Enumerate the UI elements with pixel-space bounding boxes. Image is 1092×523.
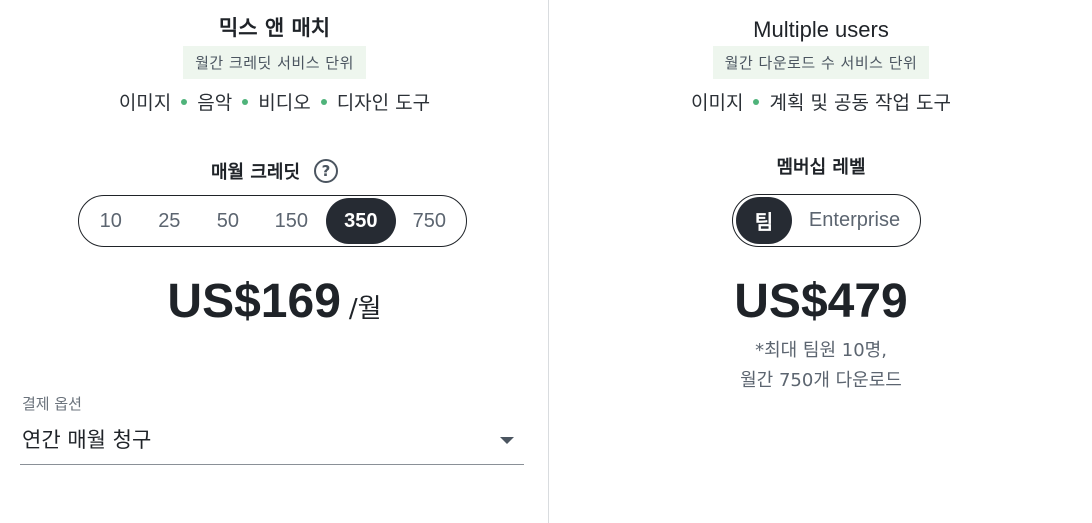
membership-toggle: 팀 Enterprise [732,194,921,247]
price-period: /월 [348,294,382,324]
billing-option-select[interactable]: 연간 매월 청구 [20,418,524,465]
price-amount: US$169 [167,275,341,328]
billing-option-value: 연간 매월 청구 [22,428,152,452]
plan-badge: 월간 크레딧 서비스 단위 [183,46,366,79]
bullet-dot-icon [181,98,188,105]
help-icon[interactable]: ? [314,159,339,183]
feature-item: 계획 및 공동 작업 도구 [769,92,951,114]
membership-level-label: 멤버십 레벨 [776,157,866,178]
plan-title: Multiple users [753,17,889,42]
plan-note-line1: *최대 팀원 10명, [755,340,887,361]
plan-note-line2: 월간 750개 다운로드 [740,370,902,391]
price-display: US$169/월 [0,274,549,329]
credit-option-25[interactable]: 25 [140,198,200,244]
plan-title: 믹스 앤 매치 [218,16,331,40]
multiple-users-panel: Multiple users 월간 다운로드 수 서비스 단위 이미지 계획 및 … [550,0,1092,523]
bullet-dot-icon [753,98,760,105]
feature-list: 이미지 계획 및 공동 작업 도구 [550,88,1092,115]
price-amount: US$479 [734,275,908,328]
feature-item: 이미지 [118,92,172,114]
feature-item: 디자인 도구 [336,92,431,114]
credit-option-350[interactable]: 350 [326,198,396,244]
caret-down-icon [500,437,514,444]
bullet-dot-icon [242,98,249,105]
membership-option-enterprise[interactable]: Enterprise [792,197,917,244]
monthly-credits-label: 매월 크레딧? [0,158,549,185]
credit-option-50[interactable]: 50 [199,198,257,244]
feature-list: 이미지 음악 비디오 디자인 도구 [0,88,549,115]
credit-option-150[interactable]: 150 [257,198,326,244]
bullet-dot-icon [320,98,327,105]
feature-item: 비디오 [258,92,311,114]
credit-option-750[interactable]: 750 [396,198,463,244]
mix-and-match-panel: 믹스 앤 매치 월간 크레딧 서비스 단위 이미지 음악 비디오 디자인 도구 매월 … [0,0,549,523]
feature-item: 음악 [197,92,233,114]
panel-divider [548,0,549,523]
membership-option-team[interactable]: 팀 [736,197,792,244]
billing-option-label: 결제 옵션 [22,395,82,413]
feature-item: 이미지 [691,92,744,114]
plan-badge: 월간 다운로드 수 서비스 단위 [712,46,930,79]
credit-selector: 10 25 50 150 350 750 [78,195,467,247]
credit-option-10[interactable]: 10 [82,198,140,244]
